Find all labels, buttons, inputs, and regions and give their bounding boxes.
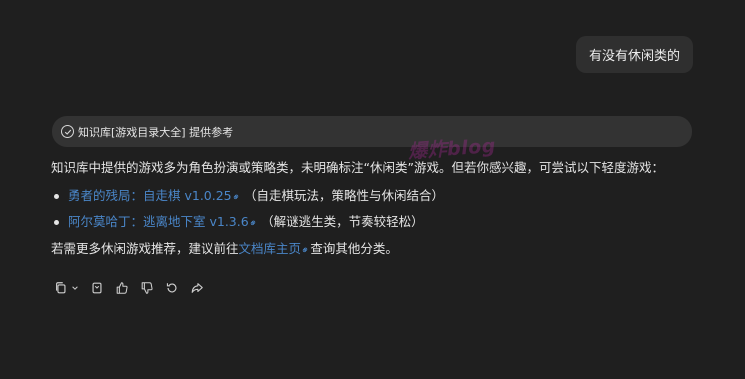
check-circle-icon (61, 125, 74, 138)
game-list: 勇者的残局：自走棋 v1.0.25⚭（自走棋玩法，策略性与休闲结合） 阿尔莫哈丁… (51, 187, 691, 231)
outro-prefix: 若需更多休闲游戏推荐，建议前往 (51, 241, 239, 256)
game-link[interactable]: 勇者的残局：自走棋 v1.0.25 (68, 188, 232, 203)
thumbs-down-icon[interactable] (139, 280, 154, 295)
user-message-bubble: 有没有休闲类的 (575, 36, 693, 73)
message-action-bar (53, 280, 204, 295)
list-item: 阿尔莫哈丁：逃离地下室 v1.3.6⚭（解谜逃生类，节奏较轻松） (51, 213, 691, 231)
answer-intro: 知识库中提供的游戏多为角色扮演或策略类，未明确标注“休闲类”游戏。但若你感兴趣，… (51, 160, 664, 175)
game-note: （自走棋玩法，策略性与休闲结合） (244, 188, 445, 203)
thumbs-up-icon[interactable] (114, 280, 129, 295)
knowledge-source-label: 知识库[游戏目录大全] 提供参考 (78, 125, 234, 139)
copy-icon[interactable] (53, 280, 68, 295)
docs-home-link[interactable]: 文档库主页 (239, 241, 302, 256)
share-icon[interactable] (189, 280, 204, 295)
answer-outro: 若需更多休闲游戏推荐，建议前往文档库主页⚭查询其他分类。 (51, 240, 691, 260)
chevron-down-icon[interactable] (70, 280, 79, 295)
copy-dropdown[interactable] (53, 280, 79, 295)
list-item: 勇者的残局：自走棋 v1.0.25⚭（自走棋玩法，策略性与休闲结合） (51, 187, 691, 205)
bookmark-icon[interactable] (89, 280, 104, 295)
assistant-answer: 知识库中提供的游戏多为角色扮演或策略类，未明确标注“休闲类”游戏。但若你感兴趣，… (51, 159, 691, 260)
outro-suffix: 查询其他分类。 (310, 241, 398, 256)
refresh-icon[interactable] (164, 280, 179, 295)
chat-page: 有没有休闲类的 知识库[游戏目录大全] 提供参考 爆炸blog 知识库中提供的游… (0, 0, 745, 379)
user-message-text: 有没有休闲类的 (588, 49, 680, 64)
game-link[interactable]: 阿尔莫哈丁：逃离地下室 v1.3.6 (68, 214, 249, 229)
knowledge-source-pill[interactable]: 知识库[游戏目录大全] 提供参考 (52, 116, 692, 147)
game-note: （解谜逃生类，节奏较轻松） (261, 214, 424, 229)
